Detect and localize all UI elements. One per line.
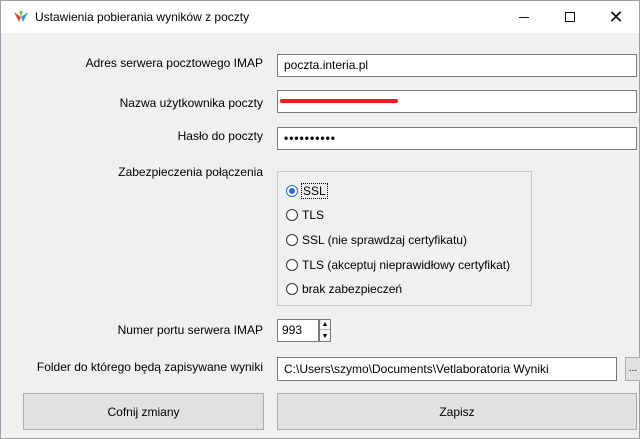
app-logo-icon bbox=[14, 11, 28, 22]
stepper-up-icon[interactable]: ▲ bbox=[320, 320, 330, 330]
radio-none[interactable]: brak zabezpieczeń bbox=[286, 280, 402, 298]
radio-tls[interactable]: TLS bbox=[286, 206, 324, 224]
cancel-button-label: Cofnij zmiany bbox=[107, 404, 180, 419]
port-label: Numer portu serwera IMAP bbox=[117, 323, 263, 337]
radio-ssl-label: SSL bbox=[301, 183, 328, 199]
password-input[interactable]: •••••••••• bbox=[277, 127, 637, 150]
server-input[interactable]: poczta.interia.pl bbox=[277, 54, 637, 77]
radio-tls-label: TLS bbox=[302, 208, 325, 222]
cancel-button[interactable]: Cofnij zmiany bbox=[23, 393, 264, 430]
radio-tls-acceptcert-label: TLS (akceptuj nieprawidłowy certyfikat) bbox=[302, 258, 511, 272]
folder-input[interactable]: C:\Users\szymo\Documents\Vetlaboratoria … bbox=[277, 357, 617, 381]
radio-checked-icon[interactable] bbox=[286, 185, 298, 197]
port-input[interactable]: 993 bbox=[277, 319, 319, 342]
close-icon: ✕ bbox=[608, 7, 624, 27]
radio-icon[interactable] bbox=[286, 283, 298, 295]
window-title: Ustawienia pobierania wyników z poczty bbox=[35, 10, 250, 24]
security-label: Zabezpieczenia połączenia bbox=[118, 165, 263, 179]
radio-icon[interactable] bbox=[286, 209, 298, 221]
radio-none-label: brak zabezpieczeń bbox=[302, 282, 403, 296]
radio-ssl-nocert[interactable]: SSL (nie sprawdzaj certyfikatu) bbox=[286, 231, 467, 249]
server-label: Adres serwera pocztowego IMAP bbox=[85, 56, 263, 70]
minimize-button[interactable] bbox=[501, 1, 547, 33]
password-label: Hasło do poczty bbox=[177, 129, 263, 143]
security-options-group: SSL TLS SSL (nie sprawdzaj certyfikatu) … bbox=[277, 171, 532, 306]
radio-icon[interactable] bbox=[286, 259, 298, 271]
radio-ssl-nocert-label: SSL (nie sprawdzaj certyfikatu) bbox=[302, 233, 467, 247]
save-button-label: Zapisz bbox=[439, 404, 475, 419]
redaction-mark bbox=[280, 99, 398, 103]
maximize-icon bbox=[565, 12, 575, 22]
minimize-icon bbox=[519, 16, 529, 18]
close-button[interactable]: ✕ bbox=[593, 1, 639, 33]
stepper-down-icon[interactable]: ▼ bbox=[320, 331, 330, 341]
maximize-button[interactable] bbox=[547, 1, 593, 33]
port-stepper[interactable]: ▲ ▼ bbox=[319, 319, 331, 342]
radio-tls-acceptcert[interactable]: TLS (akceptuj nieprawidłowy certyfikat) bbox=[286, 256, 510, 274]
save-button[interactable]: Zapisz bbox=[277, 393, 637, 430]
username-label: Nazwa użytkownika poczty bbox=[119, 96, 263, 110]
radio-icon[interactable] bbox=[286, 234, 298, 246]
browse-button[interactable]: ... bbox=[625, 357, 640, 381]
radio-ssl[interactable]: SSL bbox=[286, 182, 328, 200]
settings-window: Ustawienia pobierania wyników z poczty ✕… bbox=[0, 0, 640, 439]
folder-label: Folder do którego będą zapisywane wyniki bbox=[36, 360, 263, 374]
title-bar[interactable]: Ustawienia pobierania wyników z poczty ✕ bbox=[1, 1, 639, 33]
